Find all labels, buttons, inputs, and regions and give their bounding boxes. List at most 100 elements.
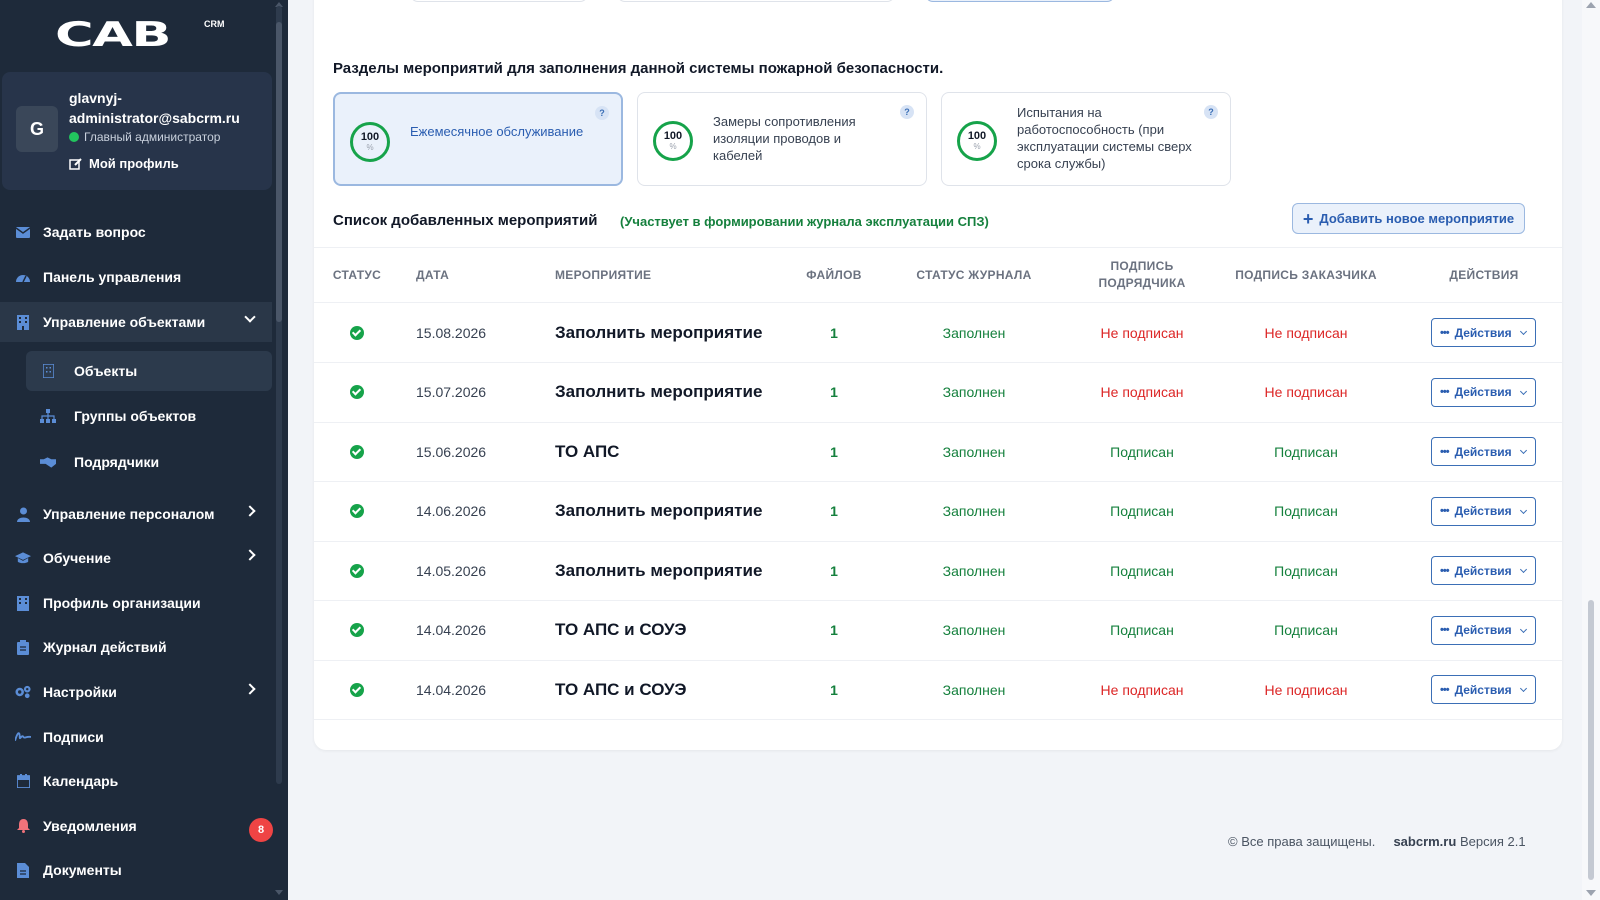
logo[interactable]: CAB CRM (55, 18, 225, 52)
status-cell (350, 363, 370, 422)
my-profile-link[interactable]: Мой профиль (69, 156, 179, 171)
add-event-label: Добавить новое мероприятие (1319, 211, 1515, 226)
help-icon[interactable]: ? (1204, 105, 1218, 119)
my-profile-label: Мой профиль (89, 156, 179, 171)
online-status-icon (69, 132, 79, 142)
event-cell[interactable]: Заполнить мероприятие (555, 482, 762, 541)
event-cell[interactable]: ТО АПС (555, 422, 619, 481)
top-chip[interactable] (410, 0, 588, 2)
actions-dropdown-button[interactable]: ••• Действия (1431, 675, 1536, 704)
nav-label: Журнал действий (43, 639, 167, 655)
scroll-down-arrow[interactable] (1586, 890, 1596, 896)
check-circle-icon (350, 504, 364, 518)
section-card-insulation[interactable]: 100 % Замеры сопротивления изоляции пров… (637, 92, 927, 186)
journal-status-cell: Заполнен (942, 384, 1006, 400)
calendar-icon (15, 773, 31, 789)
th-event[interactable]: Мероприятие (555, 267, 651, 284)
nav-notifications[interactable]: Уведомления (0, 806, 272, 846)
status-cell (350, 660, 370, 719)
customer-sign-cell: Не подписан (1264, 681, 1348, 698)
nav-objects-management[interactable]: Управление объектами (0, 302, 272, 342)
event-cell[interactable]: Заполнить мероприятие (555, 541, 762, 600)
nav-staff-management[interactable]: Управление персоналом (0, 494, 272, 534)
th-customer-sign[interactable]: Подпись заказчика (1226, 267, 1386, 284)
nav-label: Уведомления (43, 818, 137, 834)
status-cell (350, 601, 370, 660)
nav-training[interactable]: Обучение (0, 538, 272, 578)
nav-label: Объекты (74, 363, 138, 379)
progress-ring: 100 % (350, 122, 390, 162)
ellipsis-icon: ••• (1440, 386, 1450, 398)
footer-rights: © Все права защищены. (1228, 834, 1376, 849)
actions-label: Действия (1454, 504, 1512, 518)
files-cell: 1 (830, 384, 838, 400)
chevron-down-icon (1519, 625, 1528, 633)
files-cell: 1 (830, 562, 838, 579)
section-card-label: Ежемесячное обслуживание (410, 124, 584, 139)
scroll-down-arrow[interactable] (275, 890, 283, 895)
nav-objects[interactable]: Объекты (26, 351, 272, 391)
journal-status-cell: Заполнен (942, 443, 1006, 460)
sidebar-scroll-thumb[interactable] (276, 22, 282, 322)
nav-ask-question[interactable]: Задать вопрос (0, 212, 272, 252)
actions-label: Действия (1454, 682, 1512, 697)
scroll-up-arrow[interactable] (1586, 2, 1596, 8)
chevron-right-icon (244, 505, 256, 517)
add-event-button[interactable]: + Добавить новое мероприятие (1292, 203, 1525, 234)
actions-dropdown-button[interactable]: ••• Действия (1431, 556, 1536, 585)
top-chip-active[interactable] (925, 0, 1115, 2)
section-card-tests[interactable]: 100 % Испытания на работоспособность (пр… (941, 92, 1231, 186)
th-files[interactable]: Файлов (794, 267, 874, 284)
check-circle-icon (350, 385, 364, 399)
footer: © Все права защищены. sabcrm.ru Версия 2… (1228, 834, 1526, 849)
th-contractor-sign[interactable]: Подпись подрядчика (1086, 258, 1198, 292)
event-cell[interactable]: Заполнить мероприятие (555, 363, 762, 422)
table-row: 15.06.2026 ТО АПС 1 Заполнен Подписан Подписа… (314, 422, 1562, 482)
files-cell: 1 (830, 324, 838, 341)
nav-dashboard[interactable]: Панель управления (0, 257, 272, 297)
event-cell[interactable]: Заполнить мероприятие (555, 303, 762, 362)
event-cell[interactable]: ТО АПС и СОУЭ (555, 660, 686, 719)
nav-documents[interactable]: Документы (0, 850, 272, 890)
top-chip[interactable] (617, 0, 895, 2)
chevron-down-icon (1519, 506, 1528, 514)
main-scroll-thumb[interactable] (1588, 600, 1594, 880)
nav-calendar[interactable]: Календарь (0, 761, 272, 801)
nav-action-log[interactable]: Журнал действий (0, 627, 272, 667)
sidebar-scrollbar[interactable] (276, 6, 282, 784)
journal-status-cell: Заполнен (942, 503, 1006, 519)
nav-contractors[interactable]: Подрядчики (26, 442, 272, 482)
files-cell: 1 (830, 503, 838, 519)
actions-dropdown-button[interactable]: ••• Действия (1431, 437, 1536, 466)
th-journal[interactable]: Статус журнала (906, 267, 1042, 284)
chevron-down-icon (1519, 387, 1528, 395)
section-card-label: Замеры сопротивления изоляции проводов и… (713, 114, 856, 163)
nav-org-profile[interactable]: Профиль организации (0, 583, 272, 623)
files-cell: 1 (830, 622, 838, 638)
ellipsis-icon: ••• (1440, 564, 1450, 577)
actions-dropdown-button[interactable]: ••• Действия (1431, 377, 1536, 407)
nav-settings[interactable]: Настройки (0, 672, 272, 712)
help-icon[interactable]: ? (900, 105, 914, 119)
event-cell[interactable]: ТО АПС и СОУЭ (555, 601, 686, 660)
contractor-sign-cell: Не подписан (1100, 681, 1184, 698)
actions-dropdown-button[interactable]: ••• Действия (1431, 615, 1536, 645)
main-scrollbar[interactable] (1582, 0, 1600, 900)
actions-dropdown-button[interactable]: ••• Действия (1431, 318, 1536, 347)
nav-signatures[interactable]: Подписи (0, 717, 272, 757)
actions-dropdown-button[interactable]: ••• Действия (1431, 496, 1536, 526)
help-icon[interactable]: ? (595, 106, 609, 120)
nav-label: Управление объектами (43, 314, 206, 330)
nav-object-groups[interactable]: Группы объектов (26, 396, 272, 436)
footer-site-link[interactable]: sabcrm.ru (1393, 834, 1456, 849)
th-status[interactable]: Статус (326, 267, 388, 284)
section-card-monthly[interactable]: 100 % Ежемесячное обслуживание ? (333, 92, 623, 186)
progress-unit: % (366, 143, 374, 152)
progress-ring-icon (634, 0, 674, 11)
contractor-sign-cell: Не подписан (1100, 324, 1184, 341)
chevron-down-icon (244, 311, 256, 323)
th-date[interactable]: Дата (416, 267, 449, 284)
check-circle-icon (350, 682, 364, 697)
customer-sign-cell: Не подписан (1264, 324, 1348, 341)
ellipsis-icon: ••• (1440, 624, 1450, 636)
